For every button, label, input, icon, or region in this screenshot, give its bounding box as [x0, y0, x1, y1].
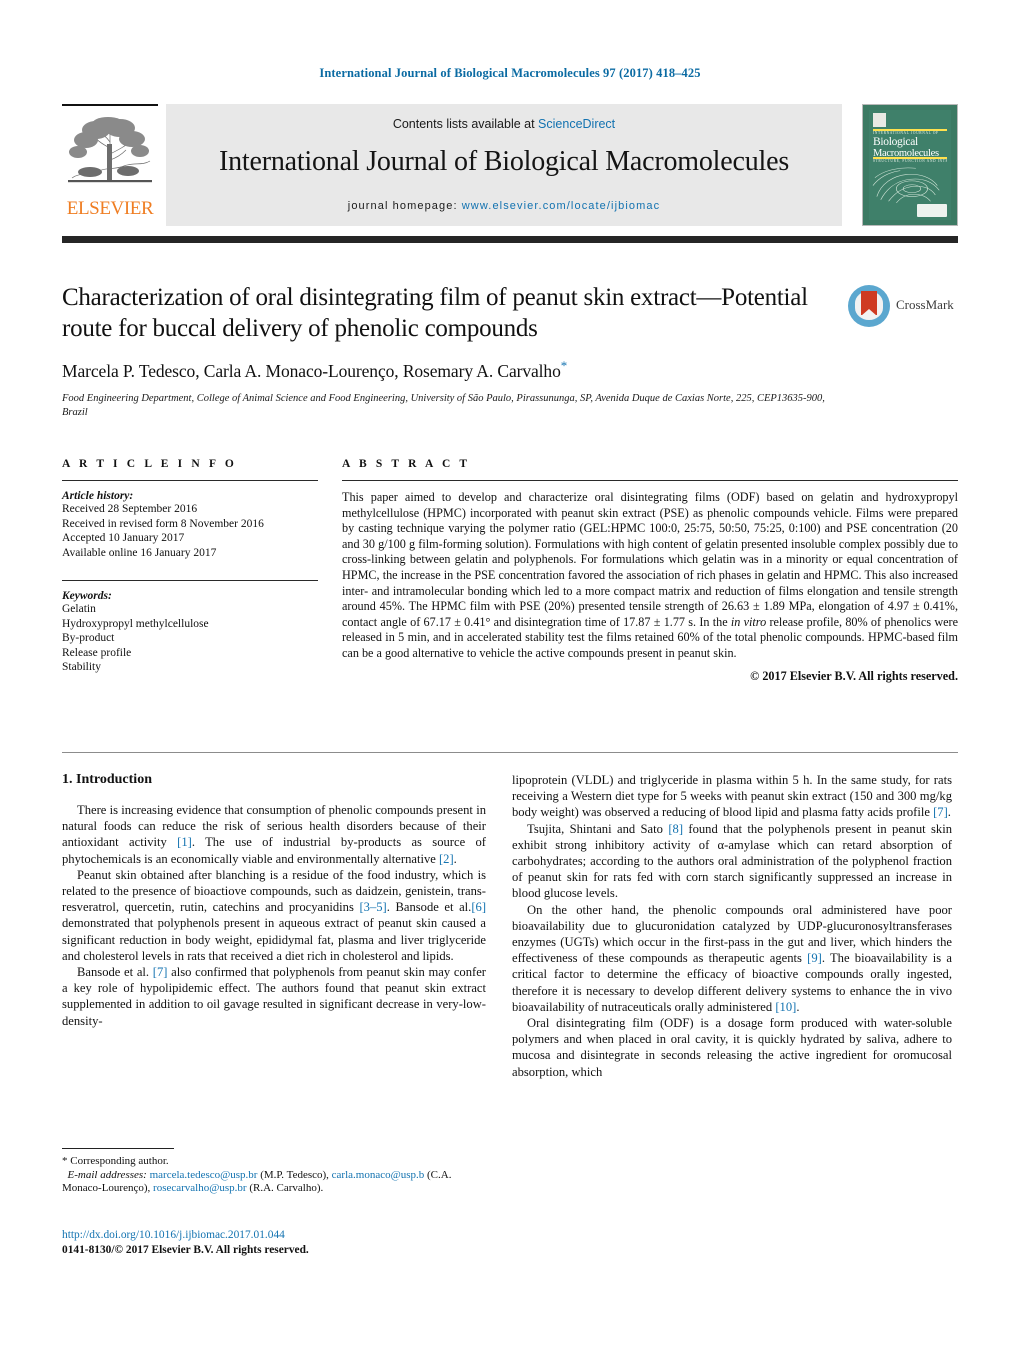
article-info-heading: A R T I C L E I N F O: [62, 458, 237, 470]
abstract-heading: A B S T R A C T: [342, 458, 471, 470]
cover-elsevier-mark-icon: [873, 113, 886, 127]
citation-ref[interactable]: [1]: [177, 835, 192, 849]
elsevier-wordmark: ELSEVIER: [66, 198, 154, 219]
footnote-rule: [62, 1148, 174, 1149]
corresponding-author-note: * Corresponding author.: [62, 1155, 169, 1167]
history-item: Received in revised form 8 November 2016: [62, 517, 264, 530]
cover-artwork: [871, 162, 949, 206]
cover-rule-bottom: [873, 157, 947, 159]
citation-ref[interactable]: [8]: [668, 822, 683, 836]
keyword-item: By-product: [62, 632, 115, 644]
issn-copyright-line: 0141-8130/© 2017 Elsevier B.V. All right…: [62, 1244, 309, 1256]
body-column-left: 1. Introduction There is increasing evid…: [62, 772, 486, 1029]
paragraph: Tsujita, Shintani and Sato [8] found tha…: [512, 821, 952, 901]
journal-title: International Journal of Biological Macr…: [218, 146, 790, 177]
journal-cover-thumbnail: INTERNATIONAL JOURNAL OF Biological Macr…: [862, 104, 958, 226]
cover-sciencedirect-badge: [917, 204, 947, 217]
crossmark-badge[interactable]: CrossMark: [848, 283, 960, 329]
article-history-list: Received 28 September 2016 Received in r…: [62, 502, 318, 560]
citation-ref[interactable]: [10]: [775, 1000, 796, 1014]
keywords-list: Gelatin Hydroxypropyl methylcellulose By…: [62, 602, 318, 675]
affiliation: Food Engineering Department, College of …: [62, 392, 825, 418]
history-item: Available online 16 January 2017: [62, 546, 217, 559]
section-heading-introduction: 1. Introduction: [62, 772, 152, 787]
history-item: Accepted 10 January 2017: [62, 532, 185, 544]
email-owner-1: (M.P. Tedesco): [260, 1168, 327, 1181]
keywords-block: Keywords: Gelatin Hydroxypropyl methylce…: [62, 580, 318, 675]
running-head: International Journal of Biological Macr…: [319, 66, 701, 80]
email-link-1[interactable]: marcela.tedesco@usp.br: [150, 1169, 258, 1181]
keywords-label: Keywords:: [62, 590, 112, 602]
citation-ref[interactable]: [6]: [471, 900, 486, 914]
paragraph: Oral disintegrating film (ODF) is a dosa…: [512, 1016, 952, 1079]
journal-homepage-line: journal homepage: www.elsevier.com/locat…: [166, 200, 842, 212]
article-history-label: Article history:: [62, 490, 134, 502]
article-first-page: International Journal of Biological Macr…: [0, 0, 1020, 1351]
email-addresses-note: E-mail addresses: marcela.tedesco@usp.br…: [62, 1168, 452, 1195]
cover-title-line1: Biological: [873, 136, 918, 148]
paragraph: lipoprotein (VLDL) and triglyceride in p…: [512, 773, 952, 820]
citation-ref[interactable]: [2]: [439, 852, 454, 866]
doi-block: http://dx.doi.org/10.1016/j.ijbiomac.201…: [62, 1228, 486, 1258]
citation-ref[interactable]: [9]: [807, 951, 822, 965]
page-title: Characterization of oral disintegrating …: [62, 284, 808, 342]
elsevier-tree-icon: [66, 114, 154, 194]
keywords-divider: [62, 580, 318, 581]
journal-masthead: ELSEVIER Contents lists available at Sci…: [62, 104, 958, 226]
body-column-right: lipoprotein (VLDL) and triglyceride in p…: [512, 772, 952, 1080]
journal-homepage-link[interactable]: www.elsevier.com/locate/ijbiomac: [462, 200, 660, 212]
keyword-item: Gelatin: [62, 603, 96, 615]
author-names: Marcela P. Tedesco, Carla A. Monaco-Lour…: [62, 360, 561, 381]
citation-ref[interactable]: [3–5]: [359, 900, 386, 914]
doi-link[interactable]: http://dx.doi.org/10.1016/j.ijbiomac.201…: [62, 1228, 486, 1243]
corresponding-author-marker: *: [560, 358, 568, 373]
title-block: Characterization of oral disintegrating …: [62, 282, 825, 420]
copyright-line: © 2017 Elsevier B.V. All rights reserved…: [750, 668, 958, 683]
keyword-item: Hydroxypropyl methylcellulose: [62, 617, 209, 630]
contents-prefix: Contents lists available at: [392, 117, 539, 131]
email-link-2[interactable]: carla.monaco@usp.b: [332, 1169, 425, 1181]
paragraph: On the other hand, the phenolic compound…: [512, 902, 952, 1014]
abstract-text: This paper aimed to develop and characte…: [342, 490, 958, 660]
citation-ref[interactable]: [7]: [933, 805, 948, 819]
author-list: Marcela P. Tedesco, Carla A. Monaco-Lour…: [62, 358, 822, 382]
article-info-column: A R T I C L E I N F O Article history: R…: [62, 458, 318, 675]
keyword-item: Release profile: [62, 646, 132, 659]
citation-ref[interactable]: [7]: [153, 965, 168, 979]
cover-kicker: INTERNATIONAL JOURNAL OF: [873, 131, 939, 135]
elsevier-logo-block: ELSEVIER: [62, 104, 158, 226]
email-link-3[interactable]: rosecarvalho@usp.br: [153, 1182, 247, 1194]
contents-list-line: Contents lists available at ScienceDirec…: [166, 117, 842, 131]
abstract-divider: [342, 480, 958, 481]
sciencedirect-link[interactable]: ScienceDirect: [538, 117, 615, 131]
email-label: E-mail addresses:: [67, 1168, 147, 1181]
cover-inner: INTERNATIONAL JOURNAL OF Biological Macr…: [869, 110, 951, 220]
email-owner-3: (R.A. Carvalho): [249, 1182, 321, 1195]
crossmark-notch-icon: [861, 309, 877, 316]
paragraph: Peanut skin obtained after blanching is …: [62, 867, 487, 963]
history-item: Received 28 September 2016: [62, 503, 198, 515]
crossmark-label: CrossMark: [896, 297, 954, 312]
body-top-rule: [62, 752, 958, 753]
masthead-dark-rule: [62, 236, 958, 243]
paragraph: There is increasing evidence that consum…: [62, 803, 486, 866]
journal-band: Contents lists available at ScienceDirec…: [166, 104, 842, 226]
footnote-block: * Corresponding author. E-mail addresses…: [62, 1148, 486, 1196]
keyword-item: Stability: [62, 661, 101, 673]
italic-term: in vitro: [730, 614, 767, 629]
homepage-prefix: journal homepage:: [347, 200, 462, 212]
abstract-column: A B S T R A C T This paper aimed to deve…: [342, 458, 958, 684]
paragraph: Bansode et al. [7] also confirmed that p…: [62, 965, 486, 1028]
article-info-divider: [62, 480, 318, 481]
